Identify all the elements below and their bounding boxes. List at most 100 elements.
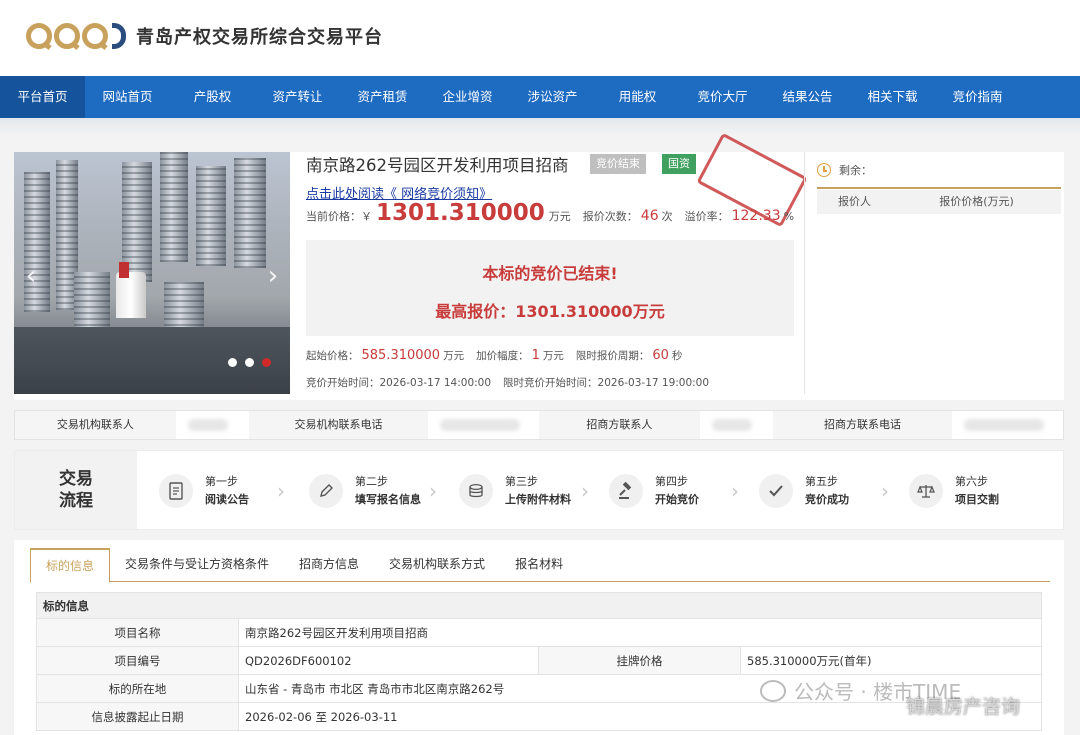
project-photo-carousel[interactable]: ‹ › xyxy=(14,152,290,394)
table-row: 项目编号 QD2026DF600102 挂牌价格 585.310000万元(首年… xyxy=(36,646,1042,675)
site-header: 青岛产权交易所综合交易平台 xyxy=(0,0,1080,76)
project-code-label: 项目编号 xyxy=(36,646,239,675)
bid-params-line: 起始价格： 585.310000 万元 加价幅度： 1 万元 限时报价周期： 6… xyxy=(306,348,682,363)
wechat-icon xyxy=(760,679,786,702)
chevron-right-icon: › xyxy=(731,479,739,503)
step-3: 第三步 上传附件材料 xyxy=(459,473,571,509)
nav-item-site-home[interactable]: 网站首页 xyxy=(85,76,170,118)
nav-item-bidding-hall[interactable]: 竞价大厅 xyxy=(680,76,765,118)
merchant-phone-label: 招商方联系电话 xyxy=(773,411,952,439)
gavel-icon xyxy=(609,474,643,508)
nav-item-asset-transfer[interactable]: 资产转让 xyxy=(255,76,340,118)
carousel-dot[interactable] xyxy=(228,358,237,367)
process-label: 交易 流程 xyxy=(15,451,137,529)
merchant-contact-label: 招商方联系人 xyxy=(539,411,700,439)
step-name: 竞价成功 xyxy=(805,493,849,506)
nav-item-energy-rights[interactable]: 用能权 xyxy=(595,76,680,118)
col-bidder: 报价人 xyxy=(838,195,871,208)
premium-label: 溢价率： xyxy=(684,210,729,223)
tab-merchant-info[interactable]: 招商方信息 xyxy=(284,548,374,581)
step-number: 第六步 xyxy=(955,475,988,488)
remaining-time: 剩余： xyxy=(817,162,872,178)
scale-icon xyxy=(909,474,943,508)
project-title: 南京路262号园区开发利用项目招商 xyxy=(306,156,569,175)
period-label: 限时报价周期： xyxy=(575,350,650,362)
nav-item-downloads[interactable]: 相关下载 xyxy=(850,76,935,118)
period-value: 60 xyxy=(652,348,669,363)
list-price-value: 585.310000万元(首年) xyxy=(740,646,1042,675)
step-name: 上传附件材料 xyxy=(505,493,571,506)
agency-phone-value xyxy=(428,411,539,439)
state-owned-badge: 国资 xyxy=(662,154,696,174)
current-price-label: 当前价格：￥ xyxy=(306,210,372,223)
subject-info-table: 标的信息 项目名称 南京路262号园区开发利用项目招商 项目编号 QD2026D… xyxy=(36,592,1042,731)
step-number: 第三步 xyxy=(505,475,538,488)
coins-icon xyxy=(459,474,493,508)
nav-item-asset-lease[interactable]: 资产租赁 xyxy=(340,76,425,118)
carousel-dot[interactable] xyxy=(245,358,254,367)
highest-bid-text: 最高报价：1301.310000万元 xyxy=(435,302,665,321)
start-price-unit: 万元 xyxy=(443,350,465,362)
project-code-value: QD2026DF600102 xyxy=(238,646,539,675)
nav-shadow xyxy=(0,118,1080,136)
bid-history-header: 报价人 报价价格(万元) xyxy=(817,190,1061,214)
carousel-next-icon[interactable]: › xyxy=(264,260,282,292)
premium-unit: % xyxy=(783,210,795,223)
project-name-label: 项目名称 xyxy=(36,618,239,647)
nav-item-equity[interactable]: 产股权 xyxy=(170,76,255,118)
start-price-label: 起始价格： xyxy=(306,350,359,362)
carousel-dots xyxy=(228,358,271,367)
bid-count-unit: 次 xyxy=(661,210,673,223)
status-badge: 竞价结束 xyxy=(590,154,646,174)
agency-contact-label: 交易机构联系人 xyxy=(15,411,176,439)
detail-tabs: 标的信息 交易条件与受让方资格条件 招商方信息 交易机构联系方式 报名材料 xyxy=(30,548,1050,583)
tab-agency-contact[interactable]: 交易机构联系方式 xyxy=(374,548,500,581)
bid-count-label: 报价次数： xyxy=(582,210,638,223)
bid-start-label: 竞价开始时间： xyxy=(306,377,380,389)
increment-unit: 万元 xyxy=(542,350,564,362)
agency-phone-label: 交易机构联系电话 xyxy=(249,411,428,439)
tab-subject-info[interactable]: 标的信息 xyxy=(30,548,111,583)
site-logo[interactable]: 青岛产权交易所综合交易平台 xyxy=(26,20,383,52)
main-nav: 平台首页 网站首页 产股权 资产转让 资产租赁 企业增资 涉讼资产 用能权 竞价… xyxy=(0,76,1080,118)
document-icon xyxy=(159,474,193,508)
clock-icon xyxy=(817,163,831,177)
step-number: 第四步 xyxy=(655,475,688,488)
check-icon xyxy=(759,474,793,508)
nav-item-bidding-guide[interactable]: 竞价指南 xyxy=(935,76,1020,118)
nav-item-capital-increase[interactable]: 企业增资 xyxy=(425,76,510,118)
contact-bar: 交易机构联系人 交易机构联系电话 招商方联系人 招商方联系电话 xyxy=(14,410,1064,440)
chevron-right-icon: › xyxy=(881,479,889,503)
bid-history-panel: 剩余： 报价人 报价价格(万元) xyxy=(804,152,1064,394)
chevron-right-icon: › xyxy=(277,479,285,503)
carousel-dot-active[interactable] xyxy=(262,358,271,367)
nav-item-results[interactable]: 结果公告 xyxy=(765,76,850,118)
bid-count-value: 46 xyxy=(640,208,659,224)
step-name: 填写报名信息 xyxy=(355,493,421,506)
premium-rate-value: 122.33 xyxy=(731,208,781,224)
step-6: 第六步 项目交割 xyxy=(909,473,999,509)
location-label: 标的所在地 xyxy=(36,674,239,703)
nav-item-platform-home[interactable]: 平台首页 xyxy=(0,76,85,118)
timed-start-label: 限时竞价开始时间： xyxy=(503,377,598,389)
increment-value: 1 xyxy=(531,348,540,363)
col-bid-price: 报价价格(万元) xyxy=(939,195,1014,208)
increment-label: 加价幅度： xyxy=(476,350,529,362)
tab-application-materials[interactable]: 报名材料 xyxy=(500,548,578,581)
watermark-text-2: 锦晨房产咨询 xyxy=(906,696,1021,718)
qpae-logo-icon xyxy=(26,23,126,49)
pen-icon xyxy=(309,474,343,508)
timed-start-value: 2026-03-17 19:00:00 xyxy=(597,377,710,389)
platform-name: 青岛产权交易所综合交易平台 xyxy=(136,27,383,48)
nav-item-litigation-assets[interactable]: 涉讼资产 xyxy=(510,76,595,118)
merchant-contact-value xyxy=(700,411,773,439)
carousel-prev-icon[interactable]: ‹ xyxy=(22,260,40,292)
current-price-unit: 万元 xyxy=(548,210,571,223)
step-name: 阅读公告 xyxy=(205,493,249,506)
step-name: 开始竞价 xyxy=(655,493,699,506)
bid-start-value: 2026-03-17 14:00:00 xyxy=(379,377,492,389)
bidding-ended-message: 本标的竞价已结束! xyxy=(482,264,618,283)
tab-conditions[interactable]: 交易条件与受让方资格条件 xyxy=(110,548,284,581)
step-name: 项目交割 xyxy=(955,493,999,506)
period-unit: 秒 xyxy=(671,350,683,362)
